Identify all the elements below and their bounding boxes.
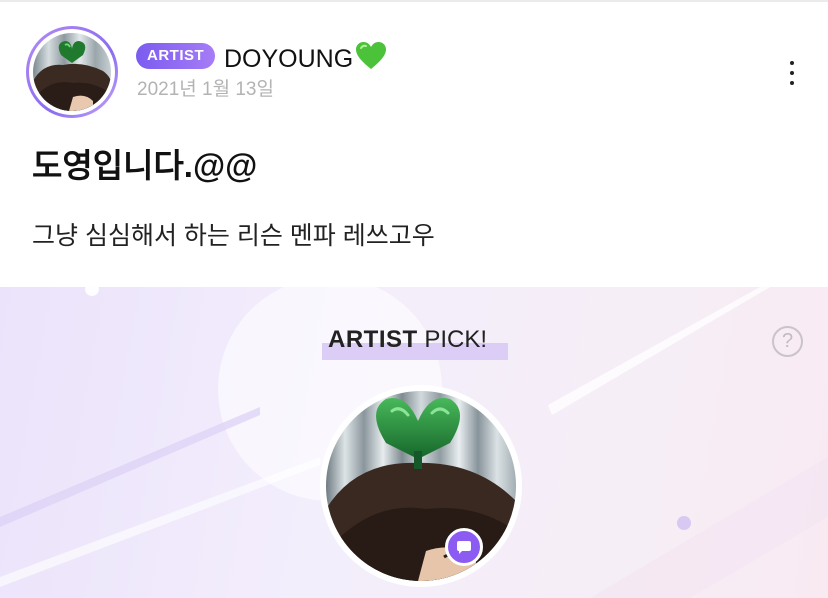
artist-pick-avatar[interactable]	[320, 385, 522, 587]
author-name[interactable]: DOYOUNG	[224, 41, 387, 74]
post-header: ARTIST DOYOUNG 2021년 1월 13일	[0, 0, 828, 130]
artist-pick-banner: ARTIST PICK! ?	[0, 287, 828, 598]
post-body: 그냥 심심해서 하는 리슨 멘파 레쓰고우	[32, 222, 435, 250]
post-date: 2021년 1월 13일	[137, 79, 274, 100]
pick-avatar-photo	[326, 391, 516, 581]
pick-title-rest: PICK!	[417, 326, 488, 353]
author-name-text: DOYOUNG	[224, 45, 354, 73]
green-heart-icon	[356, 42, 387, 69]
chat-bubble-icon[interactable]	[445, 528, 483, 566]
author-avatar[interactable]	[26, 26, 118, 118]
post-title: 도영입니다.@@	[32, 147, 258, 184]
artist-pick-title: ARTIST PICK!	[322, 325, 508, 360]
pick-title-bold: ARTIST	[328, 326, 418, 353]
avatar-photo	[33, 33, 111, 111]
help-icon[interactable]: ?	[772, 326, 803, 357]
more-options-icon[interactable]	[780, 58, 804, 88]
artist-badge: ARTIST	[136, 43, 216, 69]
